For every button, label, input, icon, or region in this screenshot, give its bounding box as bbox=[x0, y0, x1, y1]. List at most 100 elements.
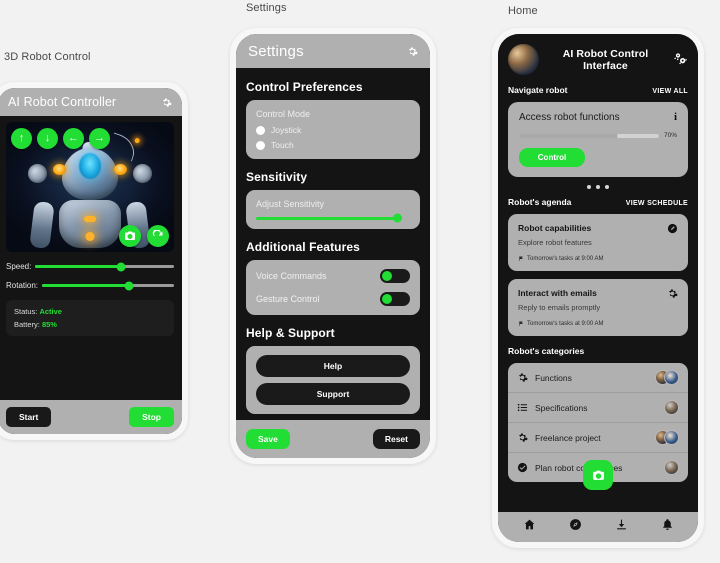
settings-footer: Save Reset bbox=[236, 420, 430, 458]
avatar bbox=[664, 460, 679, 475]
carousel-dot[interactable] bbox=[587, 185, 591, 189]
bell-icon[interactable] bbox=[661, 518, 674, 536]
feature-row-voice-commands: Voice Commands bbox=[256, 268, 410, 283]
camera-icon[interactable] bbox=[119, 225, 141, 247]
carousel-dot[interactable] bbox=[596, 185, 600, 189]
camera-icon[interactable] bbox=[583, 460, 613, 490]
agenda-card-subtitle: Explore robot features bbox=[518, 238, 592, 247]
status-panel: Status: Active Battery: 85% bbox=[6, 300, 174, 336]
stop-button[interactable]: Stop bbox=[129, 407, 174, 427]
agenda-card-subtitle: Reply to emails promptly bbox=[518, 303, 601, 312]
avatar-group bbox=[655, 370, 679, 385]
rotation-label: Rotation: bbox=[6, 281, 39, 290]
panel-label-home: Home bbox=[508, 5, 538, 17]
gesture-control-toggle[interactable] bbox=[380, 291, 410, 306]
status-label: Status: bbox=[14, 307, 38, 316]
robot-ear-right bbox=[133, 164, 152, 183]
radio-icon bbox=[256, 140, 265, 150]
settings-header: Settings bbox=[236, 34, 430, 68]
agenda-card-title: Robot capabilities bbox=[518, 223, 592, 233]
control-mode-label: Control Mode bbox=[256, 109, 311, 119]
home-icon[interactable] bbox=[523, 518, 536, 536]
support-button[interactable]: Support bbox=[256, 382, 410, 405]
radio-option-touch[interactable]: Touch bbox=[256, 140, 410, 150]
section-title-robots-categories: Robot's categories bbox=[508, 346, 585, 356]
battery-label: Battery: bbox=[14, 320, 40, 329]
flag-icon bbox=[519, 256, 523, 261]
info-icon[interactable]: i bbox=[674, 112, 677, 123]
edit-circle-icon[interactable] bbox=[667, 223, 678, 234]
reset-button[interactable]: Reset bbox=[372, 429, 420, 449]
start-button[interactable]: Start bbox=[6, 407, 52, 427]
agenda-card-meta-text: Tomorrow's tasks at 9:00 AM bbox=[527, 320, 604, 327]
gear-icon[interactable] bbox=[407, 46, 418, 57]
screen-settings: Settings Control Preferences Control Mod… bbox=[236, 34, 430, 458]
download-icon[interactable] bbox=[615, 518, 628, 536]
help-button[interactable]: Help bbox=[256, 354, 410, 377]
move-down-button[interactable]: ↓ bbox=[37, 128, 58, 149]
agenda-section-header: Robot's agenda VIEW SCHEDULE bbox=[508, 197, 688, 207]
radio-icon bbox=[256, 125, 265, 135]
home-body: AI Robot Control Interface Navigate robo… bbox=[498, 34, 698, 512]
robot-3d-viewport[interactable]: ↑ ↓ ← → bbox=[6, 122, 174, 252]
list-item[interactable]: Freelance project bbox=[508, 423, 688, 453]
control-button[interactable]: Control bbox=[519, 148, 585, 167]
robot-ear-left bbox=[28, 164, 47, 183]
carousel-dot[interactable] bbox=[605, 185, 609, 189]
phone-frame-robot-control: AI Robot Controller ↑ ↓ ← → Speed: Rotat… bbox=[0, 82, 188, 440]
voice-commands-toggle[interactable] bbox=[380, 268, 410, 283]
view-schedule-link[interactable]: VIEW SCHEDULE bbox=[626, 200, 688, 207]
radio-option-joystick[interactable]: Joystick bbox=[256, 125, 410, 135]
avatar-group bbox=[664, 400, 679, 415]
section-title-help-support: Help & Support bbox=[246, 325, 335, 340]
navigate-robot-section-header: Navigate robot VIEW ALL bbox=[508, 85, 688, 95]
page-title: AI Robot Control Interface bbox=[562, 47, 649, 72]
screen-robot-control: AI Robot Controller ↑ ↓ ← → Speed: Rotat… bbox=[0, 88, 182, 434]
move-up-button[interactable]: ↑ bbox=[11, 128, 32, 149]
battery-line: Battery: 85% bbox=[14, 320, 166, 329]
robot-core-light-lower bbox=[85, 232, 95, 241]
avatar[interactable] bbox=[508, 44, 539, 75]
agenda-card-header: Robot capabilities bbox=[518, 223, 678, 234]
robot-controller-body: ↑ ↓ ← → Speed: Rotation: Status: Active … bbox=[0, 116, 182, 400]
phone-frame-home: AI Robot Control Interface Navigate robo… bbox=[492, 28, 704, 548]
move-right-button[interactable]: → bbox=[89, 128, 110, 149]
panel-label-robot-control: 3D Robot Control bbox=[4, 51, 91, 63]
gears-icon[interactable] bbox=[672, 52, 688, 68]
agenda-card[interactable]: Interact with emails Reply to emails pro… bbox=[508, 279, 688, 336]
compass-icon[interactable] bbox=[569, 518, 582, 536]
feature-label: Voice Commands bbox=[256, 270, 327, 281]
gear-icon[interactable] bbox=[667, 288, 678, 299]
refresh-icon[interactable] bbox=[147, 225, 169, 247]
sensitivity-knob[interactable] bbox=[392, 213, 402, 223]
radio-label: Touch bbox=[271, 140, 294, 150]
avatar bbox=[664, 370, 679, 385]
categories-section-header: Robot's categories bbox=[508, 346, 688, 356]
list-item[interactable]: Functions bbox=[508, 363, 688, 393]
phone-frame-settings: Settings Control Preferences Control Mod… bbox=[230, 28, 436, 464]
gear-icon[interactable] bbox=[161, 97, 172, 108]
list-item-label: Freelance project bbox=[535, 432, 601, 443]
view-all-link[interactable]: VIEW ALL bbox=[652, 88, 688, 95]
progress-bar bbox=[519, 133, 659, 138]
section-title-sensitivity: Sensitivity bbox=[246, 170, 308, 184]
sensitivity-slider[interactable] bbox=[256, 213, 402, 223]
avatar bbox=[664, 400, 679, 415]
save-button[interactable]: Save bbox=[246, 429, 290, 449]
rotation-slider-row: Rotation: bbox=[6, 281, 174, 290]
radio-label: Joystick bbox=[271, 125, 302, 135]
agenda-card-title: Interact with emails bbox=[518, 288, 597, 298]
section-title-additional-features: Additional Features bbox=[246, 239, 360, 254]
progress-row: 70% bbox=[519, 132, 677, 139]
robot-core-light bbox=[84, 216, 96, 222]
list-item[interactable]: Specifications bbox=[508, 393, 688, 423]
agenda-card[interactable]: Robot capabilities Explore robot feature… bbox=[508, 214, 688, 271]
speed-slider[interactable] bbox=[35, 262, 174, 271]
panel-label-settings: Settings bbox=[246, 2, 287, 14]
agenda-card-header: Interact with emails bbox=[518, 288, 678, 299]
access-robot-functions-card[interactable]: Access robot functions i 70% Control bbox=[508, 102, 688, 177]
rotation-slider[interactable] bbox=[42, 281, 174, 290]
move-left-button[interactable]: ← bbox=[63, 128, 84, 149]
dpad-controls: ↑ ↓ ← → bbox=[11, 128, 110, 149]
list-item-label: Specifications bbox=[535, 402, 588, 413]
